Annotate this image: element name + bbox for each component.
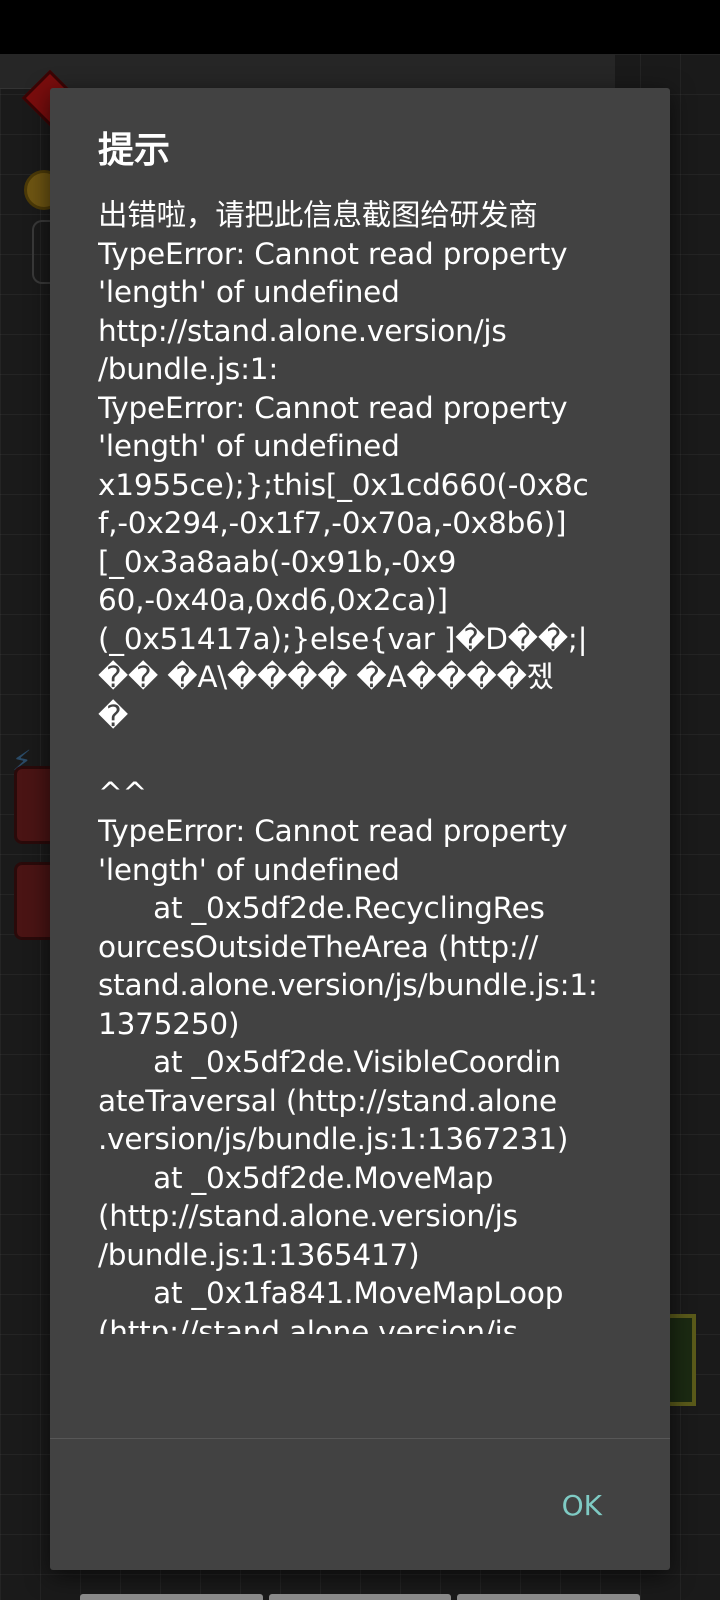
message-line: at _0x5df2de.MoveMap — [98, 1160, 494, 1195]
error-dialog: 提示 出错啦，请把此信息截图给研发商 TypeError: Cannot read… — [50, 88, 670, 1570]
message-line: 出错啦，请把此信息截图给研发商 — [98, 198, 538, 232]
side-tab — [32, 220, 52, 284]
message-line: ateTraversal (http://stand.alone — [98, 1083, 557, 1118]
message-line: at _0x5df2de.VisibleCoordin — [98, 1045, 561, 1079]
message-line: at _0x5df2de.RecyclingRes — [98, 891, 545, 925]
message-line: .version/js/bundle.js:1:1367231) — [98, 1122, 569, 1156]
nav-handle — [268, 1594, 452, 1600]
game-top-bar — [0, 54, 615, 89]
message-line: stand.alone.version/js/bundle.js:1: — [98, 968, 598, 1002]
nav-handle — [457, 1594, 641, 1600]
message-line: TypeError: Cannot read property — [98, 236, 568, 271]
message-line: 'length' of undefined — [98, 275, 400, 309]
message-line: � — [98, 698, 129, 733]
message-line: at _0x1fa841.MoveMapLoop — [98, 1276, 564, 1310]
message-line: TypeError: Cannot read property — [98, 390, 568, 425]
message-line: (http://stand.alone.version/js — [98, 1199, 518, 1233]
message-line: ^^ — [98, 775, 148, 810]
message-line: 1375250) — [98, 1006, 240, 1041]
message-line: [_0x3a8aab(-0x91b,-0x9 — [98, 544, 457, 579]
navigation-bar — [80, 1594, 641, 1600]
message-line: http://stand.alone.version/js — [98, 313, 507, 348]
message-line: TypeError: Cannot read property — [98, 814, 568, 848]
message-line: 60,-0x40a,0xd6,0x2ca)] — [98, 583, 448, 617]
message-line: �� �A\���� �A����젰 — [98, 660, 554, 694]
dialog-message[interactable]: 出错啦，请把此信息截图给研发商 TypeError: Cannot read pr… — [98, 196, 618, 1334]
message-line: /bundle.js:1: — [98, 352, 279, 386]
message-line: ourcesOutsideTheArea (http:// — [98, 929, 539, 964]
dialog-title: 提示 — [98, 130, 171, 171]
ok-button[interactable]: OK — [558, 1481, 606, 1530]
message-line: f,-0x294,-0x1f7,-0x70a,-0x8b6)] — [98, 506, 567, 540]
message-line: 'length' of undefined — [98, 429, 400, 463]
message-line: /bundle.js:1:1365417) — [98, 1237, 420, 1272]
nav-handle — [80, 1594, 263, 1600]
message-line: (http://stand.alone.version/js — [98, 1314, 518, 1335]
dialog-divider — [50, 1438, 670, 1439]
message-line: (_0x51417a);}else{var ]�D��;| — [98, 621, 588, 656]
message-line — [98, 735, 618, 774]
message-line: 'length' of undefined — [98, 852, 400, 887]
message-line: x1955ce);};this[_0x1cd660(-0x8c — [98, 467, 589, 502]
